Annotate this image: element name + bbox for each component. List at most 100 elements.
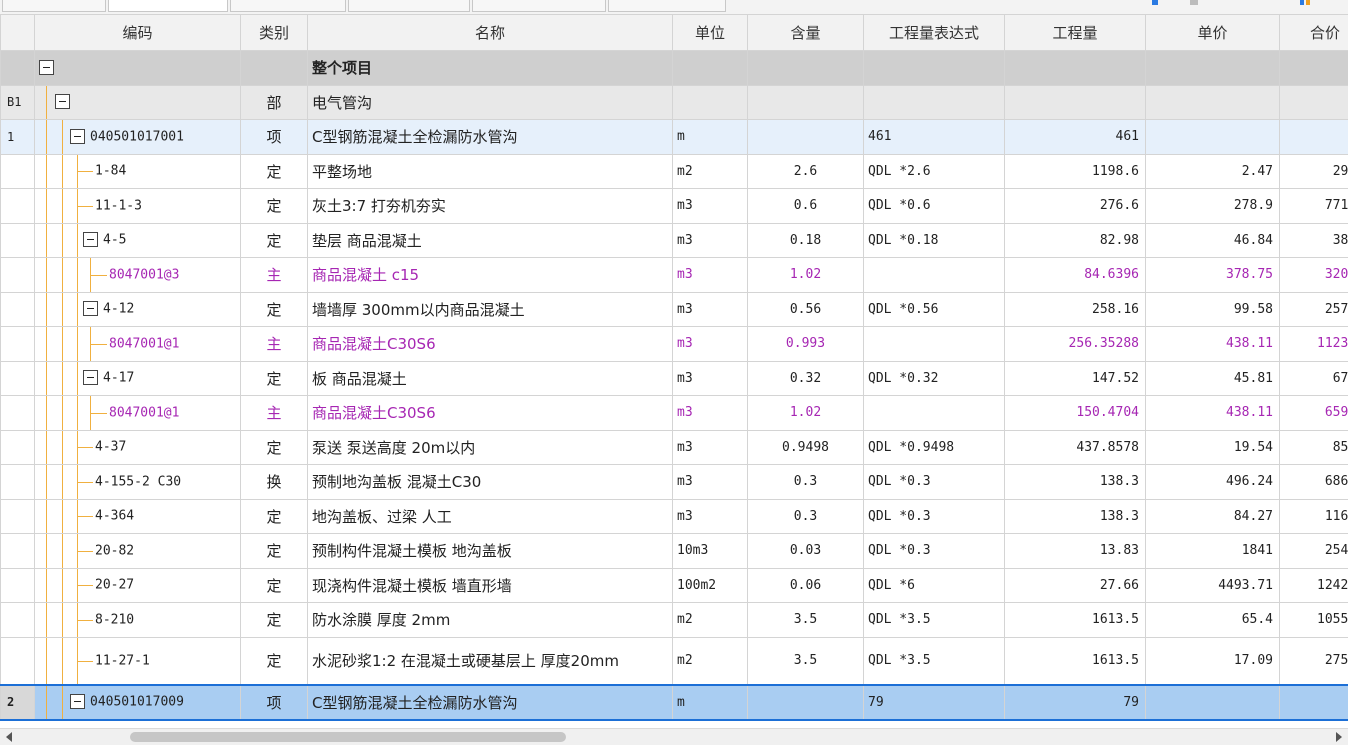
price-cell[interactable]: 99.58 <box>1146 292 1280 327</box>
table-row[interactable]: 4-155-2 C30换预制地沟盖板 混凝土C30m30.3QDL *0.313… <box>1 465 1348 500</box>
code-cell[interactable]: 040501017001 <box>35 120 241 155</box>
quantity-cell[interactable]: 0.03 <box>748 534 864 569</box>
expression-cell[interactable]: QDL *2.6 <box>864 154 1005 189</box>
quantity-cell[interactable]: 0.9498 <box>748 430 864 465</box>
price-cell[interactable]: 65.4 <box>1146 603 1280 638</box>
type-cell[interactable]: 定 <box>241 223 308 258</box>
table-row[interactable]: 20-82定预制构件混凝土模板 地沟盖板10m30.03QDL *0.313.8… <box>1 534 1348 569</box>
quantity-cell[interactable] <box>748 685 864 720</box>
total-cell[interactable]: 105523 <box>1280 603 1348 638</box>
type-cell[interactable]: 定 <box>241 568 308 603</box>
quantity-cell[interactable] <box>748 120 864 155</box>
toolbar-sort-icon[interactable] <box>1300 0 1304 5</box>
scroll-left-arrow-icon[interactable] <box>6 732 12 742</box>
scroll-right-arrow-icon[interactable] <box>1336 732 1342 742</box>
quantity-cell[interactable]: 0.18 <box>748 223 864 258</box>
total-cell[interactable] <box>1280 51 1348 86</box>
amount-cell[interactable]: 1198.6 <box>1005 154 1146 189</box>
code-cell[interactable] <box>35 85 241 120</box>
unit-cell[interactable]: m3 <box>673 258 748 293</box>
expression-cell[interactable]: QDL *0.6 <box>864 189 1005 224</box>
code-cell[interactable]: 8047001@1 <box>35 327 241 362</box>
code-cell[interactable]: 20-27 <box>35 568 241 603</box>
unit-cell[interactable]: 10m3 <box>673 534 748 569</box>
total-cell[interactable]: 3887 <box>1280 223 1348 258</box>
col-header-expression[interactable]: 工程量表达式 <box>864 15 1005 51</box>
type-cell[interactable]: 项 <box>241 120 308 155</box>
amount-cell[interactable]: 84.6396 <box>1005 258 1146 293</box>
tab-5[interactable] <box>472 0 606 12</box>
total-cell[interactable]: 11654 <box>1280 499 1348 534</box>
collapse-toggle-icon[interactable] <box>83 232 98 247</box>
type-cell[interactable]: 定 <box>241 189 308 224</box>
expression-cell[interactable]: QDL *0.18 <box>864 223 1005 258</box>
price-cell[interactable]: 438.11 <box>1146 327 1280 362</box>
unit-cell[interactable]: 100m2 <box>673 568 748 603</box>
quantity-cell[interactable]: 0.32 <box>748 361 864 396</box>
table-row[interactable]: 8-210定防水涂膜 厚度 2mmm23.5QDL *3.51613.565.4… <box>1 603 1348 638</box>
expression-cell[interactable]: QDL *0.32 <box>864 361 1005 396</box>
collapse-toggle-icon[interactable] <box>83 301 98 316</box>
quantity-cell[interactable]: 1.02 <box>748 396 864 431</box>
table-row[interactable]: 8047001@3主商品混凝土 c15m31.0284.6396378.7532… <box>1 258 1348 293</box>
expression-cell[interactable] <box>864 396 1005 431</box>
col-header-index[interactable] <box>1 15 35 51</box>
amount-cell[interactable] <box>1005 85 1146 120</box>
amount-cell[interactable]: 258.16 <box>1005 292 1146 327</box>
horizontal-scrollbar[interactable] <box>0 728 1348 745</box>
tab-4[interactable] <box>348 0 470 12</box>
expression-cell[interactable]: QDL *0.9498 <box>864 430 1005 465</box>
amount-cell[interactable]: 27.66 <box>1005 568 1146 603</box>
expression-cell[interactable]: QDL *0.3 <box>864 499 1005 534</box>
table-row[interactable]: 4-364定地沟盖板、过梁 人工m30.3QDL *0.3138.384.271… <box>1 499 1348 534</box>
type-cell[interactable]: 项 <box>241 685 308 720</box>
amount-cell[interactable]: 437.8578 <box>1005 430 1146 465</box>
table-row[interactable]: 11-1-3定灰土3:7 打夯机夯实m30.6QDL *0.6276.6278.… <box>1 189 1348 224</box>
tab-1[interactable] <box>2 0 106 12</box>
collapse-toggle-icon[interactable] <box>70 694 85 709</box>
price-cell[interactable] <box>1146 85 1280 120</box>
type-cell[interactable]: 主 <box>241 396 308 431</box>
code-cell[interactable]: 1-84 <box>35 154 241 189</box>
type-cell[interactable]: 主 <box>241 327 308 362</box>
name-cell[interactable]: 防水涂膜 厚度 2mm <box>308 603 673 638</box>
amount-cell[interactable]: 147.52 <box>1005 361 1146 396</box>
name-cell[interactable]: 地沟盖板、过梁 人工 <box>308 499 673 534</box>
collapse-toggle-icon[interactable] <box>39 60 54 75</box>
col-header-amount[interactable]: 工程量 <box>1005 15 1146 51</box>
price-cell[interactable]: 496.24 <box>1146 465 1280 500</box>
name-cell[interactable]: 商品混凝土 c15 <box>308 258 673 293</box>
price-cell[interactable]: 19.54 <box>1146 430 1280 465</box>
table-row[interactable]: 1-84定平整场地m22.6QDL *2.61198.62.472961 <box>1 154 1348 189</box>
amount-cell[interactable]: 461 <box>1005 120 1146 155</box>
price-cell[interactable] <box>1146 51 1280 86</box>
amount-cell[interactable]: 256.35288 <box>1005 327 1146 362</box>
type-cell[interactable]: 定 <box>241 430 308 465</box>
table-row[interactable]: B1部电气管沟 <box>1 85 1348 120</box>
col-header-code[interactable]: 编码 <box>35 15 241 51</box>
code-cell[interactable]: 040501017009 <box>35 685 241 720</box>
name-cell[interactable]: 灰土3:7 打夯机夯实 <box>308 189 673 224</box>
code-cell[interactable]: 4-12 <box>35 292 241 327</box>
name-cell[interactable]: 现浇构件混凝土模板 墙直形墙 <box>308 568 673 603</box>
type-cell[interactable]: 定 <box>241 361 308 396</box>
expression-cell[interactable]: QDL *3.5 <box>864 637 1005 685</box>
table-row[interactable]: 整个项目 <box>1 51 1348 86</box>
price-cell[interactable]: 378.75 <box>1146 258 1280 293</box>
table-row[interactable]: 4-12定墙墙厚 300mm以内商品混凝土m30.56QDL *0.56258.… <box>1 292 1348 327</box>
name-cell[interactable]: 墙墙厚 300mm以内商品混凝土 <box>308 292 673 327</box>
name-cell[interactable]: 预制构件混凝土模板 地沟盖板 <box>308 534 673 569</box>
unit-cell[interactable]: m3 <box>673 189 748 224</box>
tab-3[interactable] <box>230 0 346 12</box>
col-header-name[interactable]: 名称 <box>308 15 673 51</box>
scrollbar-thumb[interactable] <box>130 732 566 742</box>
name-cell[interactable]: 电气管沟 <box>308 85 673 120</box>
amount-cell[interactable]: 13.83 <box>1005 534 1146 569</box>
amount-cell[interactable] <box>1005 51 1146 86</box>
quantity-cell[interactable]: 0.3 <box>748 499 864 534</box>
amount-cell[interactable]: 150.4704 <box>1005 396 1146 431</box>
code-cell[interactable]: 4-155-2 C30 <box>35 465 241 500</box>
quantity-cell[interactable]: 0.6 <box>748 189 864 224</box>
expression-cell[interactable]: QDL *3.5 <box>864 603 1005 638</box>
total-cell[interactable] <box>1280 685 1348 720</box>
